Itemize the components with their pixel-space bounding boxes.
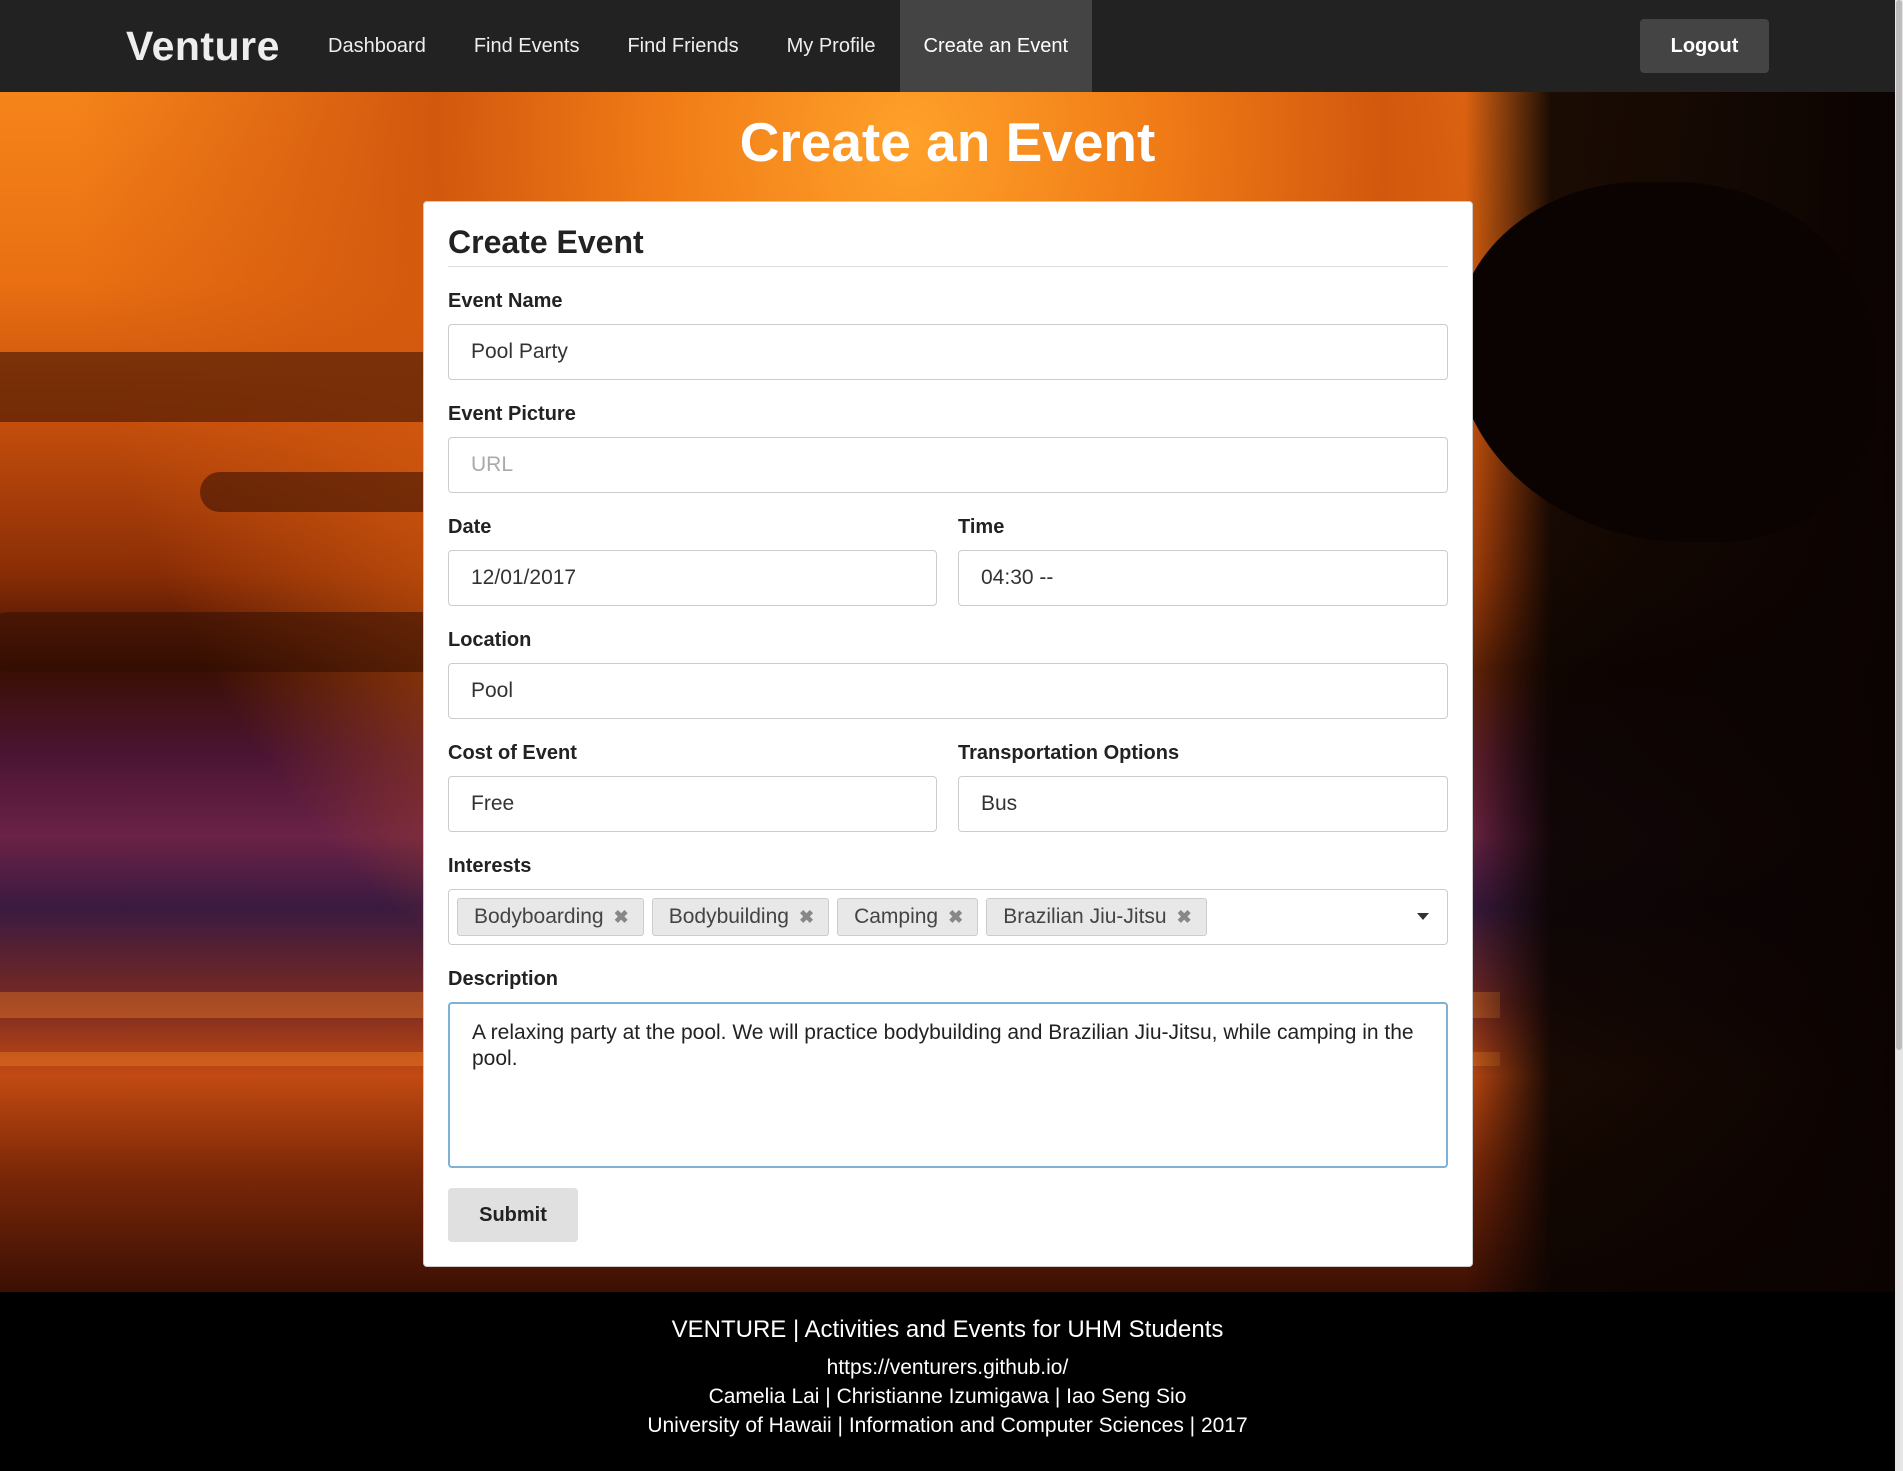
event-name-label: Event Name <box>448 290 563 312</box>
description-textarea[interactable]: A relaxing party at the pool. We will pr… <box>448 1002 1448 1168</box>
description-label: Description <box>448 968 559 990</box>
submit-button[interactable]: Submit <box>448 1188 578 1242</box>
date-label: Date <box>448 516 492 538</box>
time-input[interactable]: 04:30 -- <box>958 550 1448 606</box>
scrollbar-thumb[interactable] <box>1896 0 1902 1050</box>
footer-link[interactable]: https://venturers.github.io/ <box>0 1356 1895 1380</box>
footer-authors: Camelia Lai | Christianne Izumigawa | Ia… <box>708 1385 1187 1408</box>
interest-tag-label: Bodybuilding <box>668 905 789 928</box>
location-input[interactable]: Pool <box>448 663 1448 719</box>
interest-tag-label: Bodyboarding <box>474 905 604 928</box>
create-event-form: Create Event Event Name Pool Party Event… <box>423 201 1473 1267</box>
form-title: Create Event <box>448 224 1448 267</box>
interest-tag-label: Brazilian Jiu-Jitsu <box>1003 905 1167 928</box>
remove-tag-icon[interactable]: ✖ <box>948 899 963 935</box>
logout-button[interactable]: Logout <box>1640 19 1769 73</box>
remove-tag-icon[interactable]: ✖ <box>614 899 629 935</box>
interest-tag-label: Camping <box>854 905 939 928</box>
interest-tag[interactable]: Brazilian Jiu-Jitsu ✖ <box>986 898 1207 936</box>
brand-logo[interactable]: Venture <box>126 0 280 92</box>
page-title: Create an Event <box>739 111 1156 173</box>
nav-find-friends[interactable]: Find Friends <box>603 0 762 92</box>
top-navbar: Venture Dashboard Find Events Find Frien… <box>0 0 1895 92</box>
location-label: Location <box>448 629 532 651</box>
event-picture-input[interactable]: URL <box>448 437 1448 493</box>
event-picture-label: Event Picture <box>448 403 576 425</box>
transportation-label: Transportation Options <box>958 742 1180 764</box>
time-label: Time <box>958 516 1005 538</box>
nav-create-event[interactable]: Create an Event <box>899 0 1093 92</box>
footer: VENTURE | Activities and Events for UHM … <box>0 1292 1895 1471</box>
transportation-input[interactable]: Bus <box>958 776 1448 832</box>
event-name-input[interactable]: Pool Party <box>448 324 1448 380</box>
remove-tag-icon[interactable]: ✖ <box>799 899 814 935</box>
interest-tag[interactable]: Bodybuilding ✖ <box>651 898 830 936</box>
footer-title: VENTURE | Activities and Events for UHM … <box>671 1316 1224 1343</box>
dropdown-caret-icon[interactable] <box>1417 913 1429 920</box>
remove-tag-icon[interactable]: ✖ <box>1177 899 1192 935</box>
nav-find-events[interactable]: Find Events <box>450 0 604 92</box>
nav-dashboard[interactable]: Dashboard <box>304 0 450 92</box>
date-input[interactable]: 12/01/2017 <box>448 550 937 606</box>
page-scrollbar[interactable] <box>1895 0 1903 1471</box>
cost-label: Cost of Event <box>448 742 577 764</box>
nav-links: Dashboard Find Events Find Friends My Pr… <box>304 0 1093 92</box>
interests-label: Interests <box>448 855 532 877</box>
nav-my-profile[interactable]: My Profile <box>763 0 900 92</box>
interest-tag[interactable]: Bodyboarding ✖ <box>457 898 644 936</box>
interests-multiselect[interactable]: Bodyboarding ✖ Bodybuilding ✖ Camping ✖ Bra… <box>448 889 1448 945</box>
footer-affiliation: University of Hawaii | Information and C… <box>647 1414 1248 1437</box>
cost-input[interactable]: Free <box>448 776 937 832</box>
interest-tag[interactable]: Camping ✖ <box>837 898 979 936</box>
